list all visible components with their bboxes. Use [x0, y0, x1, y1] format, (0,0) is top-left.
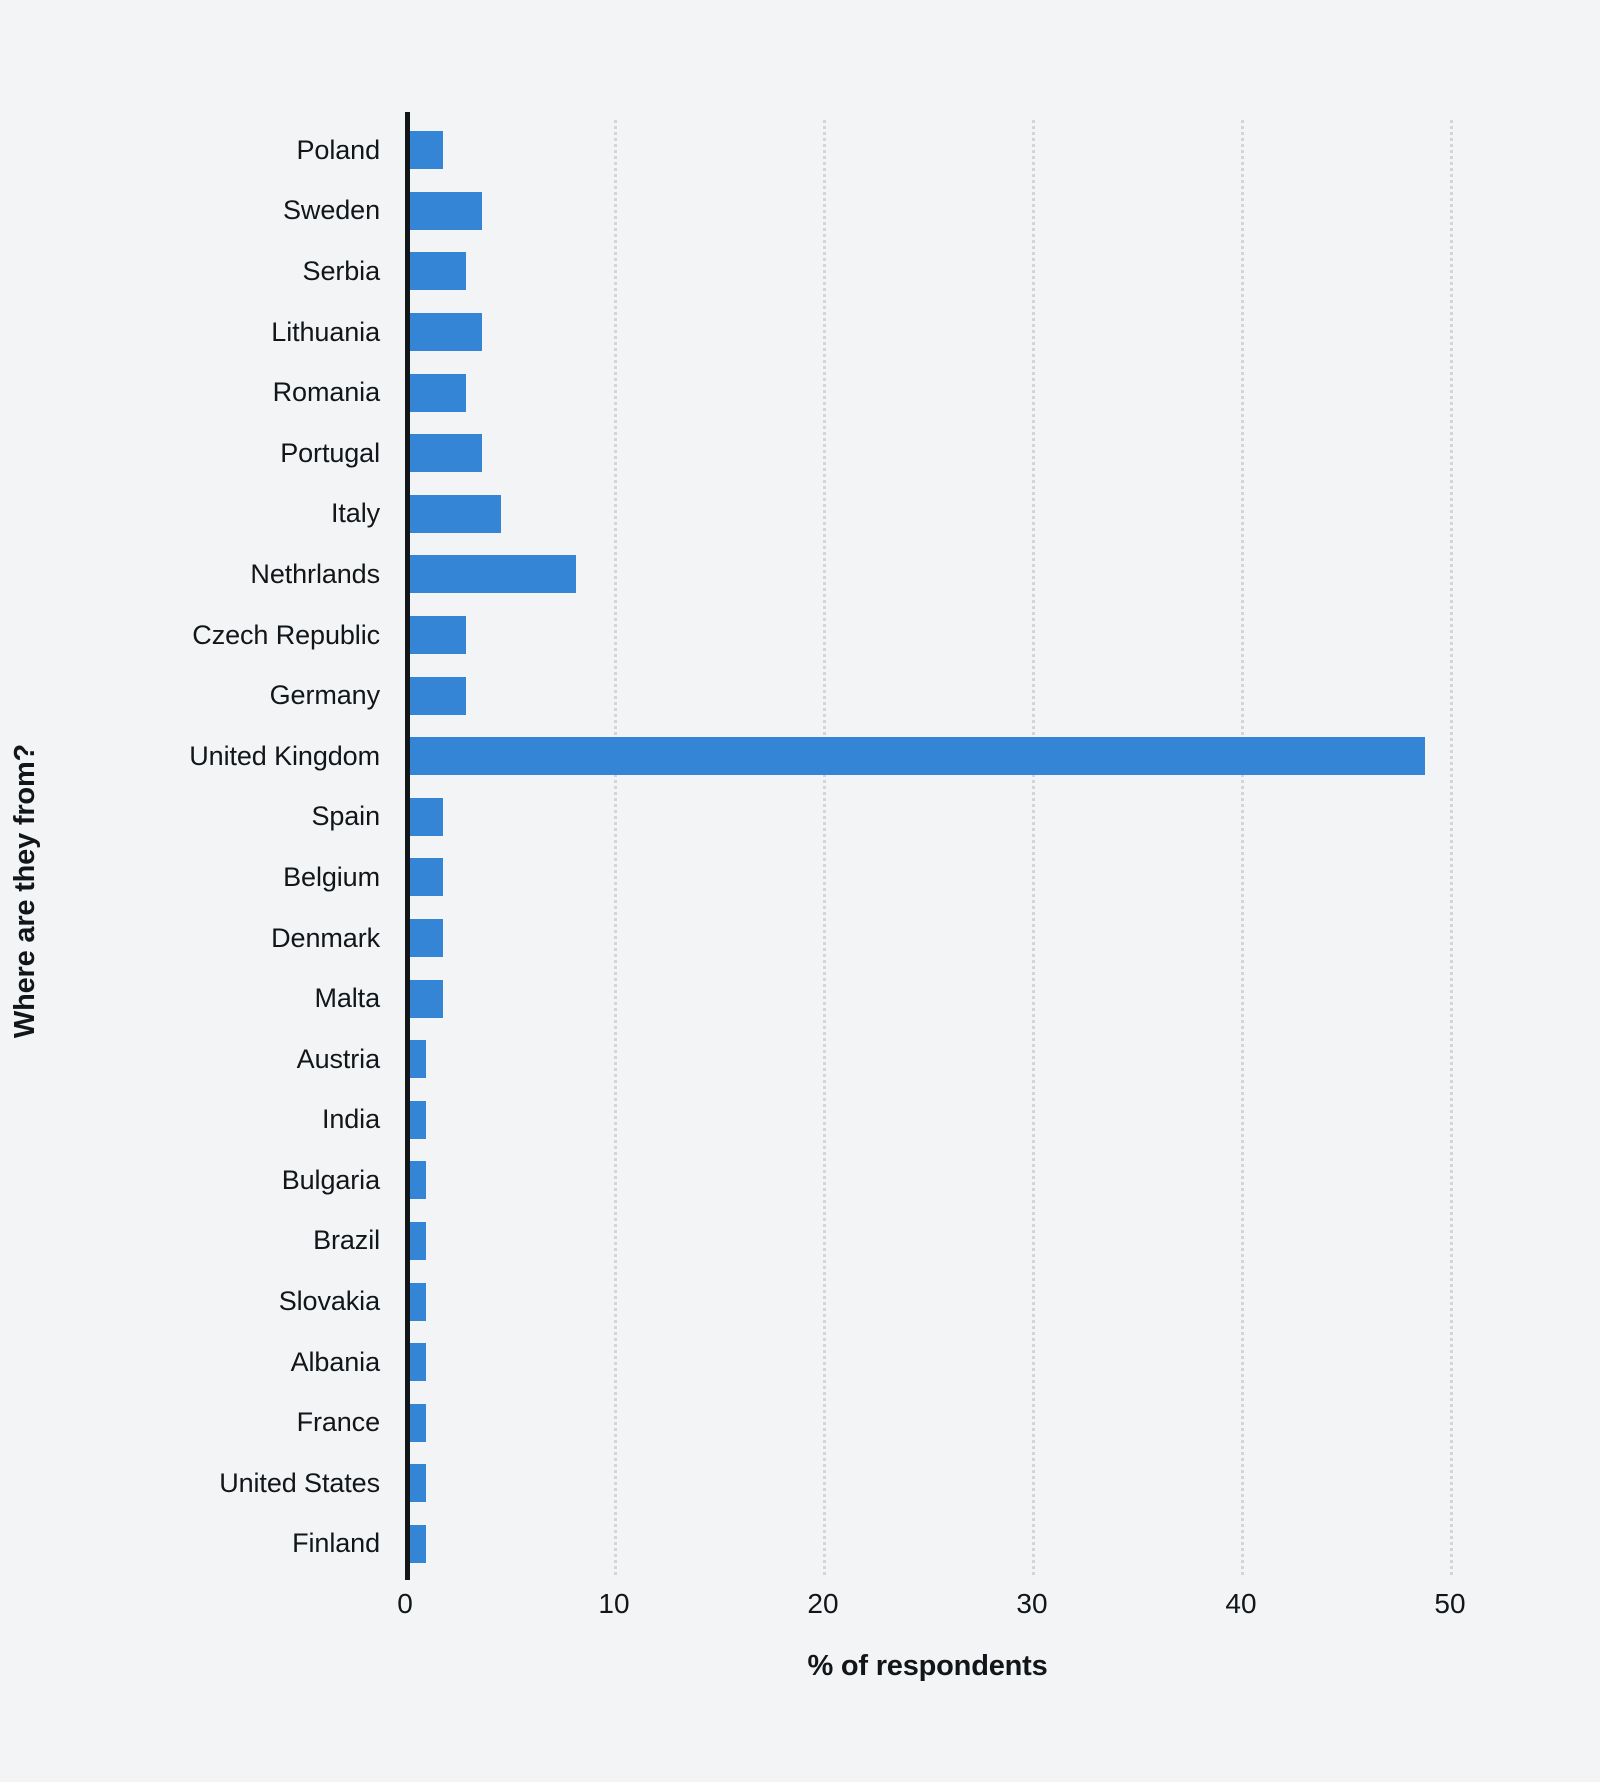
bar[interactable]: [405, 313, 483, 352]
bar-container: [405, 787, 443, 848]
bar[interactable]: [405, 434, 483, 473]
bar-container: [405, 665, 466, 726]
bar-container: [405, 847, 443, 908]
category-label: United States: [219, 1467, 380, 1498]
bar-container: [405, 241, 466, 302]
bar-row: Portugal: [0, 423, 1600, 484]
category-label: Nethrlands: [250, 558, 380, 589]
bar[interactable]: [405, 131, 443, 170]
x-tick-label: 50: [1434, 1588, 1466, 1619]
bar[interactable]: [405, 373, 466, 412]
bar-row: Albania: [0, 1332, 1600, 1393]
bar-row: Czech Republic: [0, 605, 1600, 666]
bar-container: [405, 605, 466, 666]
x-axis-title: % of respondents: [807, 1650, 1048, 1682]
bar-row: Finland: [0, 1514, 1600, 1575]
category-label: Italy: [330, 498, 380, 529]
bar-chart: Where are they from? Poland Sweden Serbia L…: [0, 0, 1600, 1782]
category-label: Romania: [272, 377, 380, 408]
x-tick-label: 20: [807, 1588, 839, 1619]
category-label: Czech Republic: [192, 619, 380, 650]
category-label: Austria: [296, 1043, 380, 1074]
category-label: Finland: [292, 1528, 380, 1559]
bar-row: Austria: [0, 1029, 1600, 1090]
bar-container: [405, 362, 466, 423]
bar-row: Romania: [0, 362, 1600, 423]
bar-container: [405, 423, 483, 484]
bar-row: Belgium: [0, 847, 1600, 908]
bar-row: Spain: [0, 787, 1600, 848]
bar[interactable]: [405, 252, 466, 291]
bar-container: [405, 908, 443, 969]
category-label: Denmark: [271, 922, 380, 953]
bar-row: India: [0, 1090, 1600, 1151]
bar[interactable]: [405, 797, 443, 836]
bar-row: Denmark: [0, 908, 1600, 969]
bar-row: United Kingdom: [0, 726, 1600, 787]
category-label: Brazil: [313, 1225, 380, 1256]
bar-container: [405, 544, 577, 605]
bar-row: Nethrlands: [0, 544, 1600, 605]
bar-row: United States: [0, 1453, 1600, 1514]
bar[interactable]: [405, 676, 466, 715]
bar-row: Malta: [0, 968, 1600, 1029]
bar-row: Germany: [0, 665, 1600, 726]
bar-container: [405, 484, 502, 545]
category-label: Albania: [290, 1346, 380, 1377]
category-label: Spain: [311, 801, 380, 832]
bar-row: France: [0, 1392, 1600, 1453]
category-label: Malta: [314, 983, 380, 1014]
bar[interactable]: [405, 737, 1425, 776]
bar-container: [405, 181, 483, 242]
category-label: Bulgaria: [281, 1164, 380, 1195]
bar-row: Bulgaria: [0, 1150, 1600, 1211]
category-label: Serbia: [302, 255, 381, 286]
bar-row: Sweden: [0, 181, 1600, 242]
category-label: United Kingdom: [189, 740, 380, 771]
bar[interactable]: [405, 616, 466, 655]
category-label: Slovakia: [278, 1286, 380, 1317]
category-label: Germany: [269, 680, 380, 711]
x-tick-label: 0: [397, 1588, 413, 1619]
category-label: Belgium: [283, 861, 380, 892]
bar-container: [405, 120, 443, 181]
bar-row: Slovakia: [0, 1271, 1600, 1332]
category-label: Lithuania: [271, 316, 380, 347]
bar-row: Brazil: [0, 1211, 1600, 1272]
bar[interactable]: [405, 919, 443, 958]
x-axis-ticks: 0 10 20 30 40 50: [0, 1588, 1600, 1632]
bar-container: [405, 968, 443, 1029]
bar-row: Italy: [0, 484, 1600, 545]
bar-rows: Poland Sweden Serbia Lithuania Romania Portug…: [0, 120, 1600, 1575]
category-label: Poland: [296, 134, 381, 165]
bar[interactable]: [405, 979, 443, 1018]
category-label: Portugal: [280, 437, 380, 468]
category-label: India: [321, 1104, 380, 1135]
y-axis-line: [405, 112, 410, 1580]
x-tick-label: 10: [598, 1588, 630, 1619]
category-label: Sweden: [283, 195, 380, 226]
bar-row: Serbia: [0, 241, 1600, 302]
category-label: France: [296, 1407, 381, 1438]
bar[interactable]: [405, 858, 443, 897]
bar-container: [405, 726, 1425, 787]
bar-container: [405, 302, 483, 363]
bar[interactable]: [405, 555, 577, 594]
x-tick-label: 30: [1016, 1588, 1048, 1619]
bar[interactable]: [405, 191, 483, 230]
x-tick-label: 40: [1225, 1588, 1257, 1619]
bar-row: Lithuania: [0, 302, 1600, 363]
bar[interactable]: [405, 494, 502, 533]
bar-row: Poland: [0, 120, 1600, 181]
